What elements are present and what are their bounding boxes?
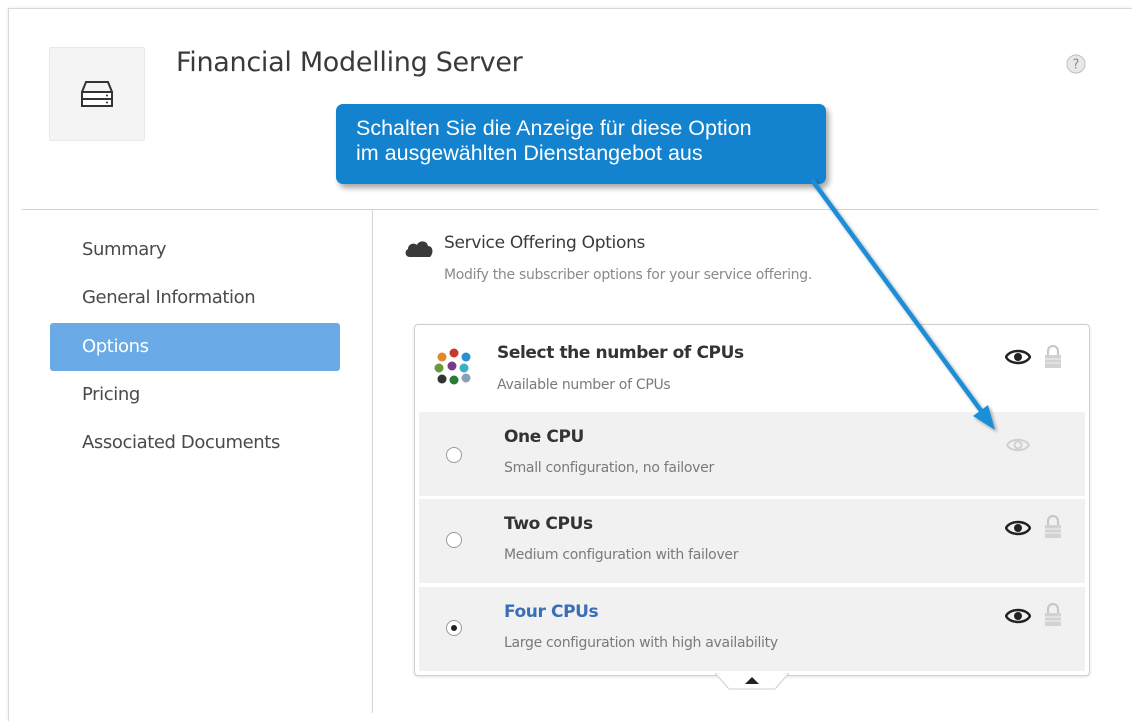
callout-line-1: Schalten Sie die Anzeige für diese Optio…: [356, 116, 752, 140]
option-row-two-cpus[interactable]: Two CPUs Medium configuration with failo…: [419, 499, 1085, 584]
option-group-panel: Select the number of CPUs Available numb…: [414, 324, 1090, 676]
sidebar-divider: [372, 210, 373, 713]
visibility-eye-icon[interactable]: [1005, 518, 1031, 538]
help-icon[interactable]: ?: [1066, 54, 1086, 74]
option-title: Two CPUs: [504, 514, 593, 534]
sidebar-item-summary[interactable]: Summary: [50, 226, 340, 274]
sidebar-item-associated-documents[interactable]: Associated Documents: [50, 419, 340, 467]
page-title: Financial Modelling Server: [176, 47, 523, 78]
option-group-header: Select the number of CPUs Available numb…: [415, 325, 1089, 411]
cloud-icon: [405, 241, 433, 257]
option-description: Large configuration with high availabili…: [504, 635, 778, 651]
server-icon: [81, 81, 113, 107]
option-description: Medium configuration with failover: [504, 547, 739, 563]
option-group-description: Available number of CPUs: [497, 377, 671, 393]
visibility-eye-icon[interactable]: [1005, 347, 1031, 367]
section-subtitle: Modify the subscriber options for your s…: [444, 267, 812, 283]
lock-icon[interactable]: [1044, 345, 1062, 369]
callout-tooltip: Schalten Sie die Anzeige für diese Optio…: [336, 104, 826, 184]
option-group-title: Select the number of CPUs: [497, 343, 744, 363]
visibility-eye-icon[interactable]: [1005, 606, 1031, 626]
option-row-one-cpu[interactable]: One CPU Small configuration, no failover: [419, 412, 1085, 497]
header-divider: [22, 209, 1098, 210]
collapse-toggle[interactable]: [715, 672, 789, 690]
service-image: [49, 47, 145, 141]
option-title: Four CPUs: [504, 602, 599, 622]
option-radio[interactable]: [446, 447, 462, 463]
svg-text:?: ?: [1073, 58, 1080, 73]
option-title: One CPU: [504, 427, 584, 447]
cpu-dots-icon: [434, 348, 471, 385]
option-radio-selected[interactable]: [446, 620, 462, 636]
option-description: Small configuration, no failover: [504, 460, 714, 476]
callout-line-2: im ausgewählten Dienstangebot aus: [356, 141, 703, 165]
lock-icon[interactable]: [1044, 515, 1062, 539]
visibility-eye-icon[interactable]: [1005, 435, 1031, 455]
sidebar-item-options[interactable]: Options: [50, 323, 340, 371]
sidebar-item-general-information[interactable]: General Information: [50, 274, 340, 322]
sidebar-item-pricing[interactable]: Pricing: [50, 371, 340, 419]
option-radio[interactable]: [446, 532, 462, 548]
option-row-four-cpus[interactable]: Four CPUs Large configuration with high …: [419, 587, 1085, 672]
section-title: Service Offering Options: [444, 233, 646, 253]
lock-icon[interactable]: [1044, 603, 1062, 627]
